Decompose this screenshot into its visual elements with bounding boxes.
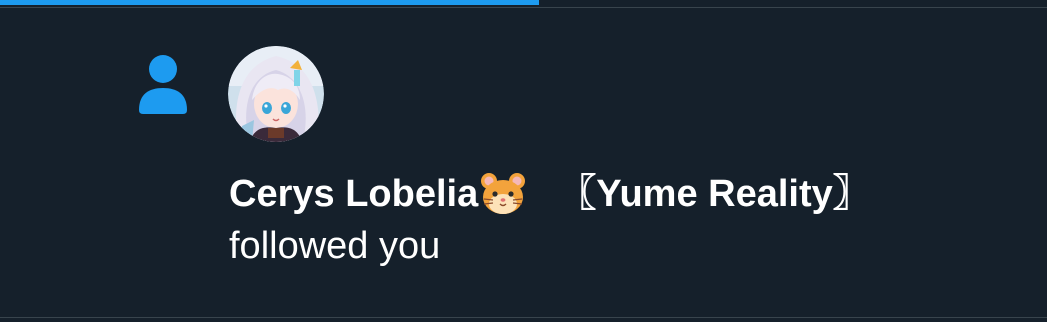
follow-notification[interactable]: Cerys Lobelia 〖Yume Reality〗 followed yo…	[0, 8, 1047, 318]
user-affiliation[interactable]: 〖Yume Reality〗	[558, 168, 871, 220]
loading-progress-bar	[0, 0, 1047, 8]
notification-action-text: followed you	[229, 225, 441, 267]
person-icon	[136, 52, 190, 116]
notification-text: Cerys Lobelia 〖Yume Reality〗 followed yo…	[229, 168, 1029, 272]
notifications-page: Cerys Lobelia 〖Yume Reality〗 followed yo…	[0, 0, 1047, 322]
loading-progress-fill	[0, 0, 540, 5]
user-avatar[interactable]	[228, 46, 324, 142]
user-name-line[interactable]: Cerys Lobelia 〖Yume Reality〗	[229, 168, 1029, 220]
hamster-face-icon	[478, 169, 528, 219]
user-display-name[interactable]: Cerys Lobelia	[229, 168, 478, 220]
